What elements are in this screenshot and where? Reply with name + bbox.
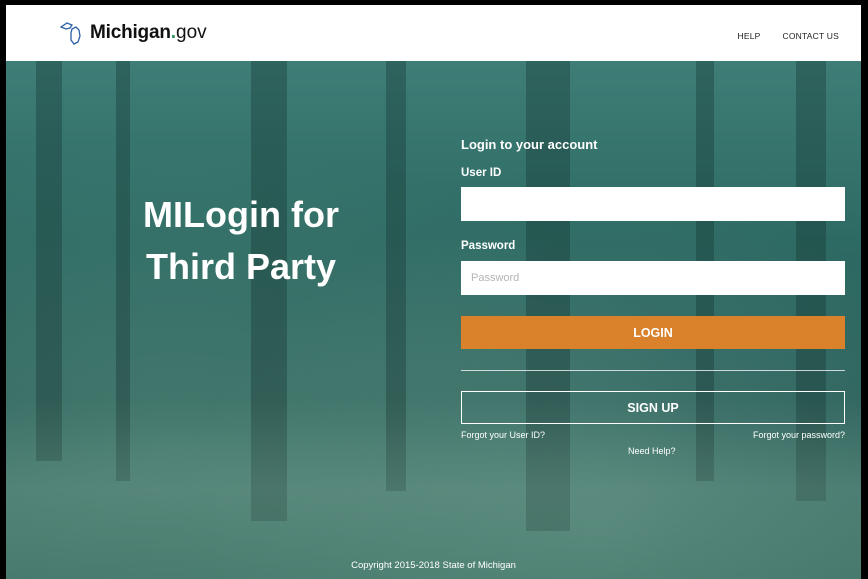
hero-title-line1: MILogin for xyxy=(143,194,339,235)
password-label: Password xyxy=(461,240,516,252)
logo-suffix: gov xyxy=(176,22,207,43)
signup-button[interactable]: SIGN UP xyxy=(461,391,845,424)
browser-viewport: Michigan. gov HELP CONTACT US MILogin for… xyxy=(6,5,861,579)
help-link[interactable]: HELP xyxy=(738,31,761,41)
userid-label: User ID xyxy=(461,167,502,179)
help-links: Forgot your User ID? Forgot your passwor… xyxy=(461,430,845,460)
top-navbar: Michigan. gov HELP CONTACT US xyxy=(6,5,861,61)
hero-background: MILogin for Third Party Login to your ac… xyxy=(6,61,861,579)
header-links: HELP CONTACT US xyxy=(738,31,839,41)
password-input[interactable] xyxy=(461,261,845,295)
michigan-map-icon xyxy=(59,22,81,45)
need-help-link[interactable]: Need Help? xyxy=(628,446,676,456)
login-button[interactable]: LOGIN xyxy=(461,316,845,349)
forgot-userid-link[interactable]: Forgot your User ID? xyxy=(461,430,545,440)
form-divider xyxy=(461,370,845,371)
userid-input[interactable] xyxy=(461,187,845,221)
login-heading: Login to your account xyxy=(461,137,598,152)
forgot-password-link[interactable]: Forgot your password? xyxy=(753,430,845,440)
contact-us-link[interactable]: CONTACT US xyxy=(783,31,839,41)
hero-title: MILogin for Third Party xyxy=(96,189,386,293)
login-form: Login to your account User ID Password L… xyxy=(461,137,845,460)
hero-title-line2: Third Party xyxy=(145,246,337,287)
logo-brand-text: Michigan xyxy=(90,22,171,43)
copyright-text: Copyright 2015-2018 State of Michigan xyxy=(351,560,516,571)
michigan-gov-logo[interactable]: Michigan. gov xyxy=(58,17,207,49)
